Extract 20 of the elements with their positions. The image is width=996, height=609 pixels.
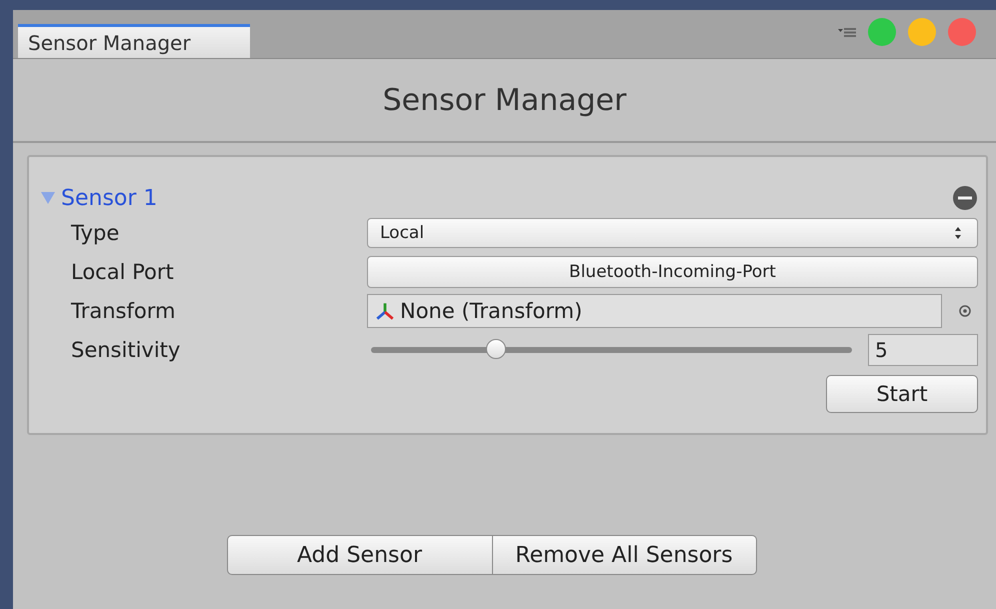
remove-all-button[interactable]: Remove All Sensors	[492, 535, 756, 575]
type-dropdown[interactable]: Local	[367, 218, 978, 248]
triangle-icon	[41, 192, 55, 204]
value-field[interactable]: 5	[868, 334, 978, 366]
slider-thumb[interactable]	[486, 338, 506, 358]
window-title: Sensor Manager	[13, 59, 996, 143]
add-button[interactable]: Add Sensor	[226, 535, 492, 575]
remove-icon[interactable]	[952, 185, 978, 211]
start-button[interactable]: Start	[826, 375, 978, 413]
sensor-foldout[interactable]: Sensor 1	[41, 186, 158, 210]
field-label: Type	[70, 220, 120, 244]
field-label: Local Port	[70, 260, 175, 284]
field-label: Transform	[70, 298, 176, 322]
field-label: Sensitivity	[70, 338, 182, 362]
menu-icon[interactable]	[838, 25, 856, 39]
window-tab[interactable]: Sensor Manager	[18, 24, 250, 58]
target-icon[interactable]	[958, 304, 972, 318]
port-button[interactable]: Bluetooth-Incoming-Port	[367, 256, 978, 288]
object-field[interactable]: None (Transform)	[367, 294, 942, 328]
object-value: None (Transform)	[400, 298, 582, 322]
